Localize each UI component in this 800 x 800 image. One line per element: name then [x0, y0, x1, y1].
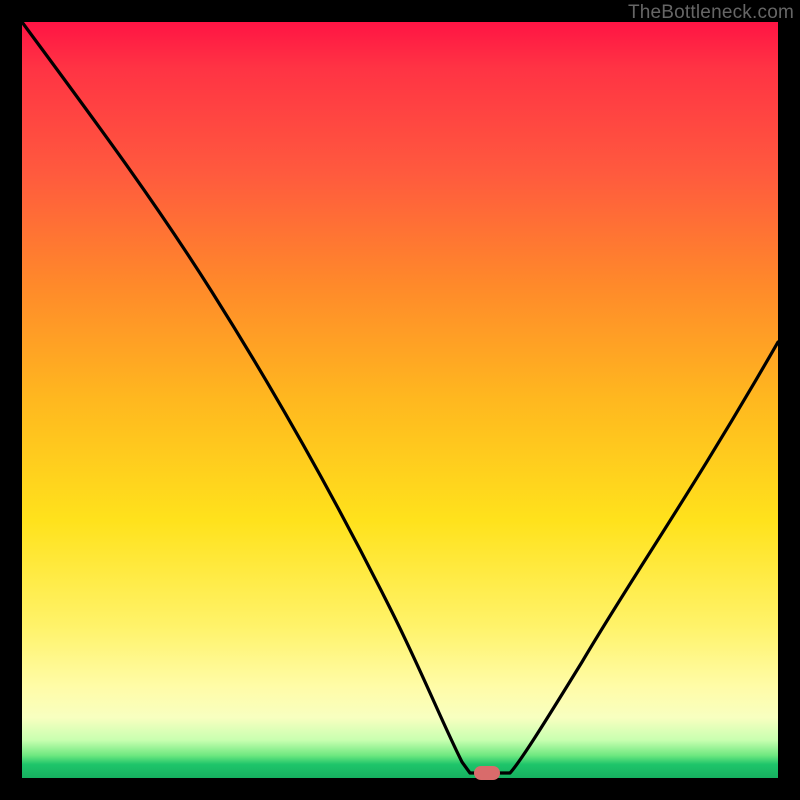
bottleneck-curve [22, 22, 778, 778]
optimal-point-marker [474, 766, 500, 780]
chart-plot-area [22, 22, 778, 778]
curve-path [22, 22, 778, 773]
watermark-text: TheBottleneck.com [628, 2, 794, 24]
chart-frame: TheBottleneck.com [0, 0, 800, 800]
